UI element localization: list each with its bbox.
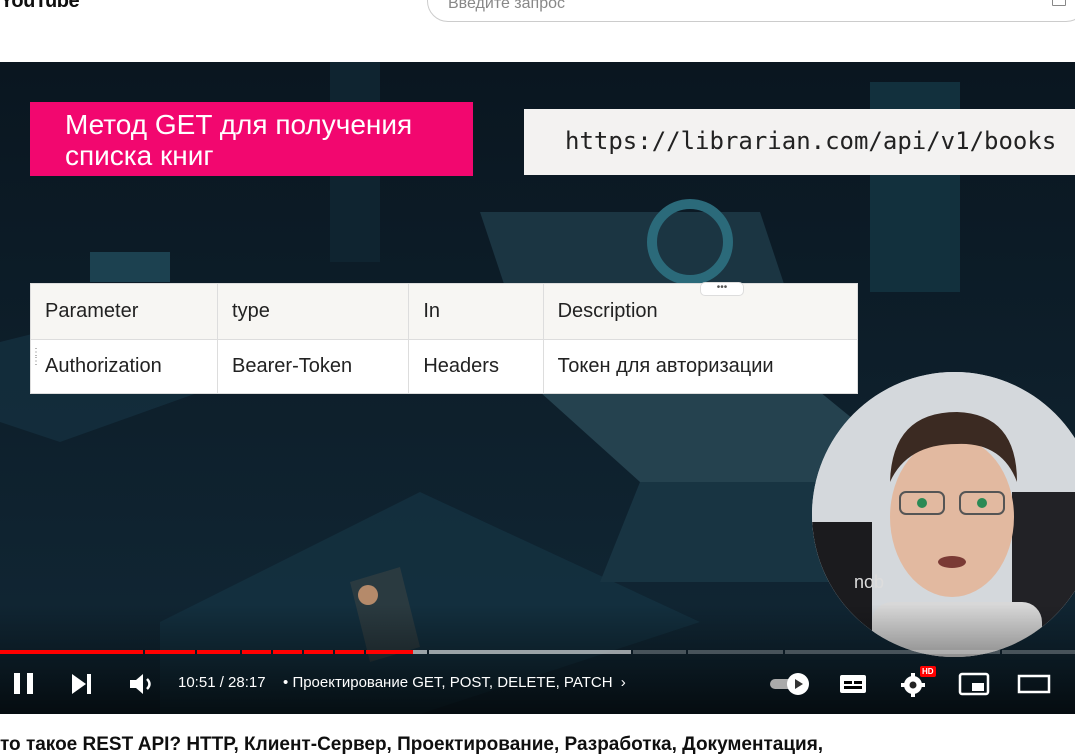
chevron-right-icon: › (620, 674, 626, 691)
webcam-brand-label: nob (854, 572, 885, 592)
row-drag-icon: ⋮ ⋮ (31, 347, 41, 367)
parameter-table: Parameter type In Description Authorizat… (29, 283, 859, 394)
volume-icon[interactable] (128, 670, 156, 698)
col-in: In (408, 283, 544, 340)
chapter-separator: • (283, 674, 289, 691)
video-title: то такое REST API? HTTP, Клиент-Сервер, … (0, 734, 824, 755)
chapter-marker (333, 650, 335, 654)
chapter-marker (686, 650, 688, 654)
chapter-marker (427, 650, 429, 654)
pause-icon[interactable] (12, 670, 36, 698)
chapter-marker (143, 650, 145, 654)
chapter-marker (1000, 650, 1002, 654)
table-row: Authorization Bearer-Token Headers Токен… (29, 339, 859, 394)
keyboard-icon[interactable] (1052, 0, 1066, 6)
chapter-marker (302, 650, 304, 654)
hd-badge: HD (920, 666, 936, 677)
progress-bar[interactable] (0, 650, 1075, 654)
subtitles-icon[interactable] (838, 670, 868, 698)
search-placeholder: Введите запрос (448, 0, 565, 12)
cell-type: Bearer-Token (217, 339, 410, 394)
slide-title-line2: списка книг (65, 140, 214, 171)
theater-mode-icon[interactable] (1017, 670, 1051, 698)
cell-parameter: Authorization (29, 339, 219, 394)
chapter-title: Проектирование GET, POST, DELETE, PATCH (292, 674, 613, 691)
time-display: 10:51 / 28:17 (178, 674, 266, 691)
endpoint-url: https://librarian.com/api/v1/books (524, 109, 1075, 175)
cell-description: Токен для авторизации (542, 339, 859, 394)
progress-played (0, 650, 413, 654)
video-player[interactable]: Метод GET для получения списка книг http… (0, 62, 1075, 714)
chapter-marker (631, 650, 633, 654)
search-input[interactable]: Введите запрос (427, 0, 1075, 22)
chapter-marker (364, 650, 366, 654)
chapter-button[interactable]: • Проектирование GET, POST, DELETE, PATC… (283, 674, 626, 691)
slide-title-line1: Метод GET для получения (65, 109, 413, 140)
col-parameter: Parameter (29, 283, 219, 340)
autoplay-toggle-icon[interactable] (768, 670, 812, 698)
youtube-logo[interactable]: YouTube (0, 0, 80, 13)
chapter-marker (240, 650, 242, 654)
chapter-marker (271, 650, 273, 654)
next-icon[interactable] (70, 670, 94, 698)
col-type: type (217, 283, 410, 340)
slide-title: Метод GET для получения списка книг (30, 102, 473, 176)
masthead: YouTube Введите запрос (0, 0, 1075, 62)
column-handle-icon: ••• (700, 282, 744, 296)
miniplayer-icon[interactable] (958, 670, 990, 698)
chapter-marker (783, 650, 785, 654)
chapter-marker (195, 650, 197, 654)
cell-in: Headers (408, 339, 544, 394)
